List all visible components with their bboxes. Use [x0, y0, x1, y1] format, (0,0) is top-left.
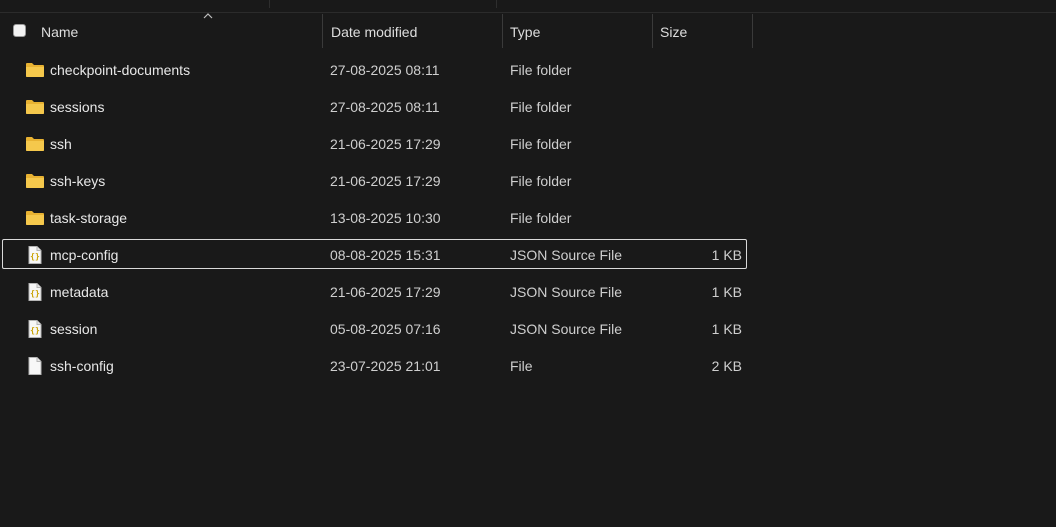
file-row[interactable]: checkpoint-documents 27-08-2025 08:11 File…	[2, 54, 747, 84]
json-file-icon: {}	[25, 283, 45, 301]
file-size: 2 KB	[711, 358, 742, 374]
file-name: task-storage	[50, 210, 128, 226]
column-divider[interactable]	[322, 14, 323, 48]
file-date-modified: 27-08-2025 08:11	[330, 62, 440, 78]
file-type: File folder	[510, 136, 572, 152]
file-type: File folder	[510, 210, 572, 226]
file-type: JSON Source File	[510, 321, 623, 337]
file-size: 1 KB	[711, 321, 742, 337]
file-name: session	[50, 321, 98, 337]
json-file-icon: {}	[25, 320, 45, 338]
column-header-name-label: Name	[41, 24, 79, 40]
toolbar-separator	[269, 0, 270, 8]
file-name: sessions	[50, 99, 105, 115]
column-header-date[interactable]: Date modified	[331, 14, 501, 48]
json-file-icon: {}	[25, 246, 45, 264]
column-divider[interactable]	[502, 14, 503, 48]
column-header-size-label: Size	[660, 24, 688, 40]
svg-text:{}: {}	[30, 326, 40, 335]
file-name: ssh	[50, 136, 72, 152]
file-row[interactable]: ssh-keys 21-06-2025 17:29 File folder	[2, 165, 747, 195]
file-size: 1 KB	[711, 284, 742, 300]
file-row[interactable]: {} metadata 21-06-2025 17:29 JSON Source F…	[2, 276, 747, 306]
toolbar-separator	[496, 0, 497, 8]
file-type: File folder	[510, 62, 572, 78]
file-date-modified: 21-06-2025 17:29	[330, 136, 441, 152]
sort-ascending-icon	[203, 13, 213, 19]
column-header-type[interactable]: Type	[510, 14, 650, 48]
file-name: mcp-config	[50, 247, 119, 263]
file-icon	[25, 357, 45, 375]
column-header: Name Date modified Type Size	[0, 13, 1056, 48]
file-date-modified: 13-08-2025 10:30	[330, 210, 441, 226]
column-header-type-label: Type	[510, 24, 541, 40]
file-row[interactable]: task-storage 13-08-2025 10:30 File folder	[2, 202, 747, 232]
file-row[interactable]: {} session 05-08-2025 07:16 JSON Source Fi…	[2, 313, 747, 343]
file-date-modified: 23-07-2025 21:01	[330, 358, 441, 374]
file-date-modified: 08-08-2025 15:31	[330, 247, 441, 263]
file-size: 1 KB	[711, 247, 742, 263]
file-type: File folder	[510, 173, 572, 189]
file-date-modified: 27-08-2025 08:11	[330, 99, 440, 115]
file-row[interactable]: {} mcp-config 08-08-2025 15:31 JSON Source…	[2, 239, 747, 269]
file-name: ssh-config	[50, 358, 114, 374]
folder-icon	[25, 172, 45, 190]
file-row[interactable]: sessions 27-08-2025 08:11 File folder	[2, 91, 747, 121]
file-row[interactable]: ssh 21-06-2025 17:29 File folder	[2, 128, 747, 158]
column-divider[interactable]	[752, 14, 753, 48]
file-name: checkpoint-documents	[50, 62, 191, 78]
file-type: JSON Source File	[510, 284, 623, 300]
folder-icon	[25, 61, 45, 79]
svg-text:{}: {}	[30, 289, 40, 298]
file-row[interactable]: ssh-config 23-07-2025 21:01 File 2 KB	[2, 350, 747, 380]
column-divider[interactable]	[652, 14, 653, 48]
column-header-size[interactable]: Size	[660, 14, 750, 48]
folder-icon	[25, 135, 45, 153]
top-toolbar-strip	[0, 0, 1056, 13]
select-all-checkbox[interactable]	[13, 24, 26, 37]
file-name: ssh-keys	[50, 173, 106, 189]
file-type: File folder	[510, 99, 572, 115]
file-date-modified: 21-06-2025 17:29	[330, 173, 441, 189]
file-name: metadata	[50, 284, 109, 300]
svg-text:{}: {}	[30, 252, 40, 261]
file-date-modified: 21-06-2025 17:29	[330, 284, 441, 300]
column-header-date-label: Date modified	[331, 24, 418, 40]
file-type: JSON Source File	[510, 247, 623, 263]
folder-icon	[25, 98, 45, 116]
file-type: File	[510, 358, 533, 374]
folder-icon	[25, 209, 45, 227]
file-date-modified: 05-08-2025 07:16	[330, 321, 441, 337]
column-header-name[interactable]: Name	[41, 13, 321, 48]
